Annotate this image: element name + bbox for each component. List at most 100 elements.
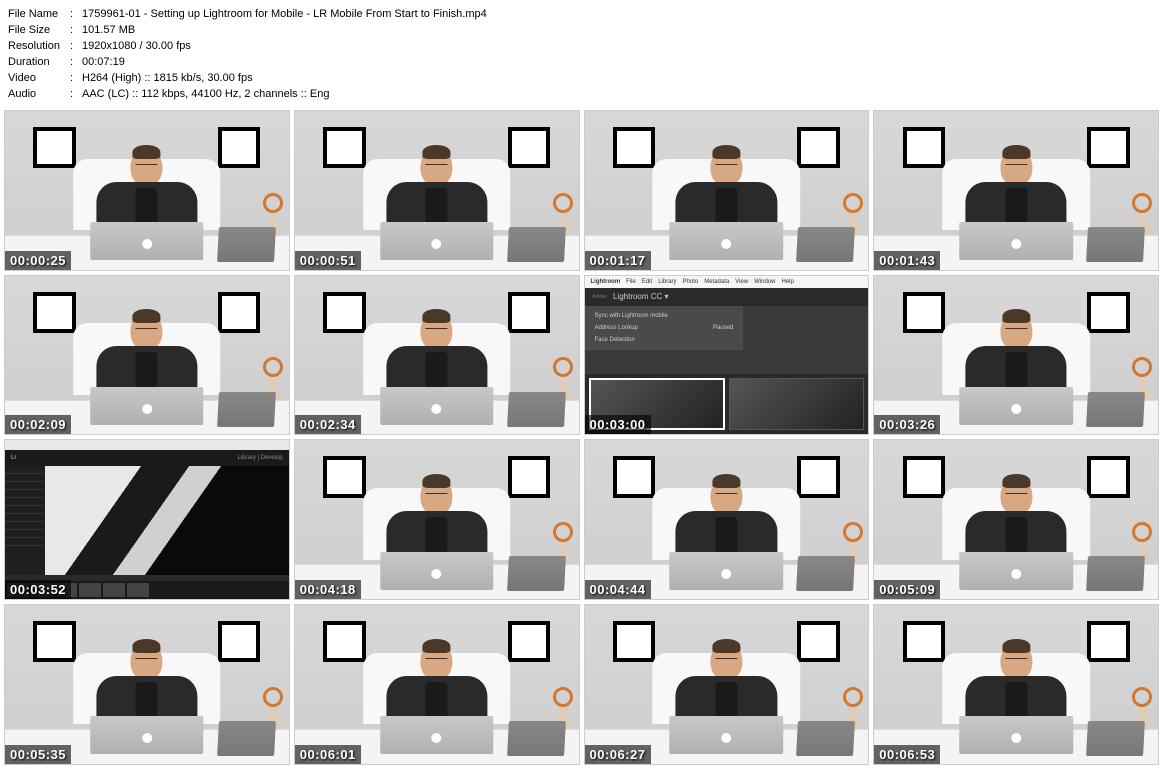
- decor-ring: [843, 193, 863, 213]
- head: [131, 642, 163, 680]
- decor-ring: [553, 357, 573, 377]
- wall-frame-left: [33, 292, 76, 333]
- metadata-value: AAC (LC) :: 112 kbps, 44100 Hz, 2 channe…: [82, 86, 1155, 102]
- video-thumbnail[interactable]: 00:06:27: [584, 604, 870, 765]
- lr-module-bar[interactable]: LrLibrary | Develop: [5, 450, 289, 466]
- wall-frame-right: [1087, 127, 1130, 168]
- lr-panel-item[interactable]: [5, 466, 45, 474]
- head: [421, 477, 453, 515]
- lr-panel-item[interactable]: [5, 498, 45, 506]
- metadata-row-duration: Duration : 00:07:19: [8, 54, 1155, 70]
- head: [1000, 642, 1032, 680]
- glasses: [426, 164, 448, 169]
- timestamp-overlay: 00:00:25: [5, 251, 71, 270]
- lr-filmstrip-thumb[interactable]: [103, 583, 125, 597]
- metadata-value: H264 (High) :: 1815 kb/s, 30.00 fps: [82, 70, 1155, 86]
- head: [421, 312, 453, 350]
- tablet: [507, 227, 566, 262]
- lr-menu-item[interactable]: Address LookupPaused: [585, 322, 744, 334]
- video-thumbnail[interactable]: 00:06:01: [294, 604, 580, 765]
- lr-thumbnail[interactable]: [729, 378, 864, 430]
- video-thumbnail[interactable]: LightroomFileEditLibraryPhotoMetadataVie…: [584, 275, 870, 436]
- mac-window-chrome: [5, 440, 289, 450]
- lr-panel-item[interactable]: [5, 506, 45, 514]
- hair: [133, 639, 161, 653]
- studio-scene: [585, 605, 869, 764]
- wall-frame-left: [33, 127, 76, 168]
- video-thumbnail[interactable]: 00:06:53: [873, 604, 1159, 765]
- lr-menu-item[interactable]: Sync with Lightroom mobile: [585, 310, 744, 322]
- metadata-row-audio: Audio : AAC (LC) :: 112 kbps, 44100 Hz, …: [8, 86, 1155, 102]
- metadata-label: Audio: [8, 86, 70, 102]
- timestamp-overlay: 00:04:18: [295, 580, 361, 599]
- lr-filmstrip-thumb[interactable]: [79, 583, 101, 597]
- video-thumbnail[interactable]: 00:03:26: [873, 275, 1159, 436]
- studio-scene: [295, 605, 579, 764]
- thumbnail-grid: 00:00:25 00:00:51: [0, 110, 1163, 769]
- hair: [423, 309, 451, 323]
- video-thumbnail[interactable]: 00:01:43: [873, 110, 1159, 271]
- laptop: [670, 222, 784, 260]
- tablet: [796, 227, 855, 262]
- lr-filmstrip-thumb[interactable]: [127, 583, 149, 597]
- head: [1000, 312, 1032, 350]
- studio-scene: [295, 111, 579, 270]
- wall-frame-right: [1087, 621, 1130, 662]
- decor-ring: [553, 687, 573, 707]
- wall-frame-left: [613, 127, 656, 168]
- tablet: [1086, 556, 1145, 591]
- wall-frame-left: [323, 127, 366, 168]
- lr-preview-area[interactable]: [45, 466, 289, 575]
- lr-title-bar[interactable]: AdobeLightroom CC ▾: [585, 288, 869, 306]
- lr-panel-item[interactable]: [5, 522, 45, 530]
- mac-menubar[interactable]: LightroomFileEditLibraryPhotoMetadataVie…: [585, 276, 869, 288]
- wall-frame-left: [903, 292, 946, 333]
- wall-frame-right: [508, 456, 551, 497]
- video-thumbnail[interactable]: 00:05:35: [4, 604, 290, 765]
- tablet: [1086, 392, 1145, 427]
- video-thumbnail[interactable]: 00:02:09: [4, 275, 290, 436]
- tablet: [507, 556, 566, 591]
- metadata-value: 1759961-01 - Setting up Lightroom for Mo…: [82, 6, 1155, 22]
- studio-scene: [874, 605, 1158, 764]
- lr-left-panel[interactable]: [5, 466, 45, 575]
- lr-panel-item[interactable]: [5, 514, 45, 522]
- hair: [1002, 145, 1030, 159]
- lr-identity-dropdown[interactable]: Sync with Lightroom mobileAddress Lookup…: [585, 306, 744, 350]
- decor-ring: [1132, 193, 1152, 213]
- lr-panel-item[interactable]: [5, 490, 45, 498]
- video-thumbnail[interactable]: 00:02:34: [294, 275, 580, 436]
- studio-scene: [5, 111, 289, 270]
- lr-menu-item[interactable]: Face Detection: [585, 334, 744, 346]
- timestamp-overlay: 00:06:53: [874, 745, 940, 764]
- video-thumbnail[interactable]: 00:01:17: [584, 110, 870, 271]
- wall-frame-left: [323, 621, 366, 662]
- timestamp-overlay: 00:03:52: [5, 580, 71, 599]
- wall-frame-left: [613, 621, 656, 662]
- colon: :: [70, 22, 82, 38]
- lightroom-app: LightroomFileEditLibraryPhotoMetadataVie…: [585, 276, 869, 435]
- colon: :: [70, 86, 82, 102]
- lr-panel-item[interactable]: [5, 474, 45, 482]
- metadata-label: File Size: [8, 22, 70, 38]
- studio-scene: [874, 111, 1158, 270]
- studio-scene: [585, 111, 869, 270]
- video-thumbnail[interactable]: LrLibrary | Develop 00:03:52: [4, 439, 290, 600]
- hair: [712, 145, 740, 159]
- hair: [712, 639, 740, 653]
- video-thumbnail[interactable]: 00:05:09: [873, 439, 1159, 600]
- glasses: [426, 493, 448, 498]
- video-thumbnail[interactable]: 00:04:18: [294, 439, 580, 600]
- hair: [1002, 309, 1030, 323]
- studio-scene: [5, 605, 289, 764]
- metadata-value: 101.57 MB: [82, 22, 1155, 38]
- glasses: [1005, 493, 1027, 498]
- lr-panel-item[interactable]: [5, 482, 45, 490]
- glasses: [136, 164, 158, 169]
- video-thumbnail[interactable]: 00:00:25: [4, 110, 290, 271]
- lr-panel-item[interactable]: [5, 538, 45, 546]
- metadata-row-filename: File Name : 1759961-01 - Setting up Ligh…: [8, 6, 1155, 22]
- lr-panel-item[interactable]: [5, 530, 45, 538]
- video-thumbnail[interactable]: 00:00:51: [294, 110, 580, 271]
- video-thumbnail[interactable]: 00:04:44: [584, 439, 870, 600]
